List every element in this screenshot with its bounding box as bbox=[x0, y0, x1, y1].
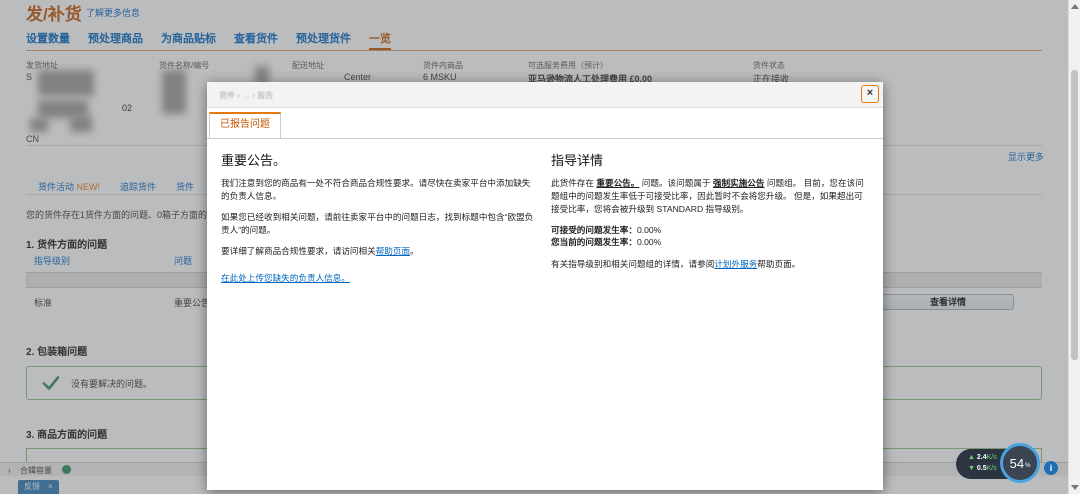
close-icon[interactable]: × bbox=[861, 85, 879, 103]
modal-breadcrumb: 货件 › … › 报告 bbox=[219, 91, 274, 100]
upload-speed: ▲ 2.4K/s bbox=[968, 454, 997, 461]
scroll-up-icon[interactable] bbox=[1071, 4, 1079, 9]
scroll-down-icon[interactable] bbox=[1071, 485, 1079, 490]
scroll-thumb[interactable] bbox=[1071, 70, 1078, 360]
page-scrollbar[interactable] bbox=[1068, 0, 1080, 494]
notice-paragraph-1: 我们注意到您的商品有一处不符合商品合规性要求。请尽快在卖家平台中添加缺失的负责人… bbox=[221, 178, 531, 201]
guidance-details-column: 指导详情 此货件存在 重要公告。 问题。该问题属于 强制实施公告 问题组。 目前… bbox=[551, 150, 871, 279]
notice-issue-ref: 重要公告。 bbox=[596, 178, 640, 188]
notice-title: 重要公告。 bbox=[221, 153, 287, 168]
guidance-paragraph-3: 有关指导级别和相关问题组的详情，请参阅计划外服务帮助页面。 bbox=[551, 259, 801, 269]
modal-header: 货件 › … › 报告 × bbox=[207, 82, 883, 108]
modal-tab-divider bbox=[207, 138, 883, 139]
memory-percent-ring: 54% bbox=[1000, 443, 1040, 483]
tab-reported-issues[interactable]: 已报告问题 bbox=[209, 112, 281, 138]
guidance-title: 指导详情 bbox=[551, 153, 604, 168]
info-icon[interactable]: i bbox=[1044, 461, 1058, 475]
upload-responsible-person-link[interactable]: 在此处上传您缺失的负责人信息。 bbox=[221, 272, 537, 284]
notice-paragraph-3: 要详细了解商品合规性要求，请访问相关帮助页面。 bbox=[221, 246, 419, 256]
guidance-paragraph-1: 此货件存在 重要公告。 问题。该问题属于 强制实施公告 问题组。 目前，您在该问… bbox=[551, 178, 864, 214]
help-page-link[interactable]: 帮助页面 bbox=[376, 246, 410, 256]
important-notice-column: 重要公告。 我们注意到您的商品有一处不符合商品合规性要求。请尽快在卖家平台中添加… bbox=[221, 150, 537, 284]
current-rate: 您当前的问题发生率：0.00% bbox=[551, 237, 662, 247]
enforcement-group-ref: 强制实施公告 bbox=[712, 178, 765, 188]
network-speed-widget[interactable]: ▲ 2.4K/s ▼ 0.5K/s 54% bbox=[956, 443, 1040, 483]
notice-paragraph-2: 如果您已经收到相关问题，请前往卖家平台中的问题日志，找到标题中包含“欧盟负责人”… bbox=[221, 212, 534, 235]
unplanned-service-link[interactable]: 计划外服务 bbox=[714, 259, 757, 269]
download-speed: ▼ 0.5K/s bbox=[968, 465, 997, 472]
acceptable-rate: 可接受的问题发生率：0.00% bbox=[551, 225, 662, 235]
reported-issues-modal: 货件 › … › 报告 × 已报告问题 重要公告。 我们注意到您的商品有一处不符… bbox=[207, 82, 883, 490]
